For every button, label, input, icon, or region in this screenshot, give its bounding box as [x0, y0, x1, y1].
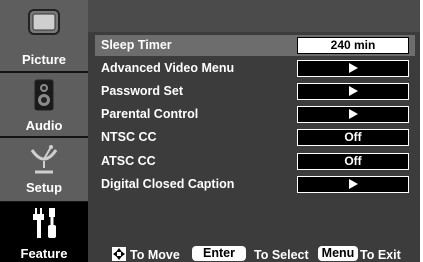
- arrow-right-icon: [348, 85, 358, 96]
- enter-key[interactable]: Enter: [192, 246, 246, 261]
- speaker-icon: [0, 79, 88, 111]
- tools-icon: [0, 206, 88, 240]
- tab-audio[interactable]: Audio: [0, 73, 88, 136]
- menu-item-label: NTSC CC: [101, 130, 157, 144]
- ntsc-cc-value[interactable]: Off: [297, 129, 409, 146]
- menu-key[interactable]: Menu: [318, 246, 358, 261]
- menu-item-label: Parental Control: [101, 107, 199, 121]
- menu-item-label: Sleep Timer: [101, 38, 172, 52]
- tab-label-feature: Feature: [20, 246, 68, 261]
- tv-screen-icon: [0, 8, 88, 36]
- submenu-button[interactable]: [297, 83, 409, 100]
- submenu-button[interactable]: [297, 60, 409, 77]
- arrow-right-icon: [348, 108, 358, 119]
- exit-hint: To Exit: [360, 248, 401, 262]
- arrow-right-icon: [348, 178, 358, 189]
- menu-item-label: Digital Closed Caption: [101, 177, 235, 191]
- menu-item-label: ATSC CC: [101, 154, 156, 168]
- tab-label-setup: Setup: [25, 180, 63, 195]
- sleep-timer-value[interactable]: 240 min: [297, 37, 409, 54]
- tv-osd-menu: Picture Audio Setup Feature Sleep Timer …: [0, 0, 420, 262]
- menu-item-digital-closed-caption[interactable]: Digital Closed Caption: [95, 174, 415, 195]
- menu-item-label: Advanced Video Menu: [101, 61, 235, 75]
- tab-feature[interactable]: Feature: [0, 202, 88, 262]
- tab-label-picture: Picture: [21, 52, 67, 67]
- tab-setup[interactable]: Setup: [0, 138, 88, 201]
- tab-picture[interactable]: Picture: [0, 0, 88, 71]
- menu-item-password-set[interactable]: Password Set: [95, 81, 415, 102]
- sidebar: Picture Audio Setup Feature: [0, 0, 88, 262]
- menu-item-atsc-cc[interactable]: ATSC CC Off: [95, 151, 415, 172]
- menu-item-sleep-timer[interactable]: Sleep Timer 240 min: [95, 35, 415, 56]
- menu-item-advanced-video-menu[interactable]: Advanced Video Menu: [95, 58, 415, 79]
- submenu-button[interactable]: [297, 106, 409, 123]
- dpad-icon: [110, 246, 128, 262]
- move-hint: To Move: [130, 248, 180, 262]
- menu-item-label: Password Set: [101, 84, 183, 98]
- footer-hints: To Move Enter To Select Menu To Exit: [110, 246, 420, 262]
- satellite-dish-icon: [0, 142, 88, 176]
- menu-item-parental-control[interactable]: Parental Control: [95, 104, 415, 125]
- header-bar: [88, 0, 420, 32]
- select-hint: To Select: [254, 248, 309, 262]
- atsc-cc-value[interactable]: Off: [297, 153, 409, 170]
- arrow-right-icon: [348, 62, 358, 73]
- tab-label-audio: Audio: [25, 118, 63, 133]
- menu-item-ntsc-cc[interactable]: NTSC CC Off: [95, 127, 415, 148]
- submenu-button[interactable]: [297, 176, 409, 193]
